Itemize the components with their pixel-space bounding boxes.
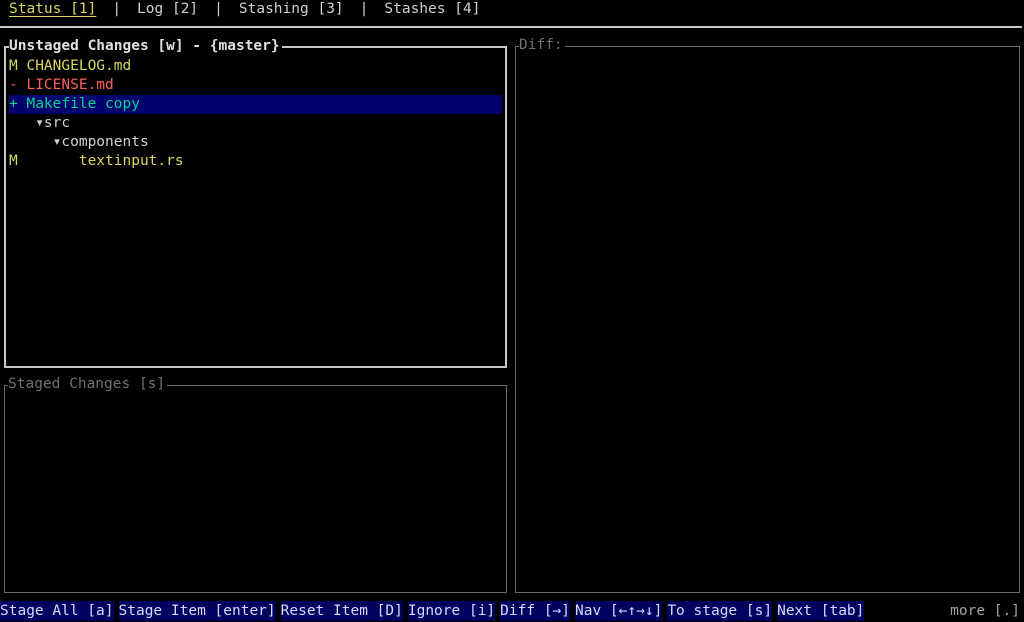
file-item[interactable]: M textinput.rs [9, 152, 502, 171]
file-name: CHANGELOG.md [26, 58, 132, 74]
ignore-button[interactable]: Ignore [i] [407, 601, 496, 621]
panel-title: Unstaged Changes [w] - {master} [9, 37, 282, 56]
file-name: textinput.rs [26, 153, 184, 169]
unstaged-changes-panel[interactable]: Unstaged Changes [w] - {master} M CHANGE… [4, 37, 507, 368]
tab-stashing[interactable]: Stashing [3] [239, 0, 344, 19]
tab-separator: | [214, 1, 223, 17]
diff-button[interactable]: Diff [→] [500, 601, 571, 621]
staged-changes-panel[interactable]: Staged Changes [s] [4, 375, 507, 593]
reset-item-button[interactable]: Reset Item [D] [280, 601, 403, 621]
tab-log[interactable]: Log [2] [137, 0, 198, 19]
tab-status[interactable]: Status [1] [9, 0, 96, 19]
tab-bar: Status [1] | Log [2] | Stashing [3] | St… [9, 0, 480, 19]
divider [0, 26, 1022, 28]
more-button[interactable]: more [.] [950, 601, 1020, 621]
nav-button[interactable]: Nav [←↑→↓] [575, 601, 663, 621]
file-name: Makefile copy [26, 96, 140, 112]
panel-title: Staged Changes [s] [8, 375, 168, 394]
file-item[interactable]: - LICENSE.md [9, 76, 502, 95]
tab-stashes[interactable]: Stashes [4] [384, 0, 480, 19]
stage-all-button[interactable]: Stage All [a] [0, 601, 114, 621]
tab-separator: | [112, 1, 122, 17]
file-item-selected[interactable]: + Makefile copy [9, 95, 502, 114]
folder-item[interactable]: ▾components [9, 133, 502, 152]
file-name: LICENSE.md [26, 77, 114, 93]
status-marker: M [9, 153, 18, 169]
command-bar: Stage All [a] Stage Item [enter] Reset I… [0, 601, 1024, 621]
next-button[interactable]: Next [tab] [777, 601, 865, 621]
folder-name: ▾components [17, 134, 149, 150]
diff-panel[interactable]: Diff: [515, 36, 1020, 593]
to-stage-button[interactable]: To stage [s] [667, 601, 773, 621]
panel-title: Diff: [519, 36, 565, 55]
status-marker: - [9, 77, 18, 93]
file-item[interactable]: M CHANGELOG.md [9, 57, 502, 76]
tab-separator: | [359, 1, 369, 17]
folder-item[interactable]: ▾src [9, 114, 502, 133]
status-marker: M [9, 58, 18, 74]
folder-name: ▾src [17, 115, 71, 131]
status-marker: + [9, 96, 18, 112]
stage-item-button[interactable]: Stage Item [enter] [118, 601, 276, 621]
